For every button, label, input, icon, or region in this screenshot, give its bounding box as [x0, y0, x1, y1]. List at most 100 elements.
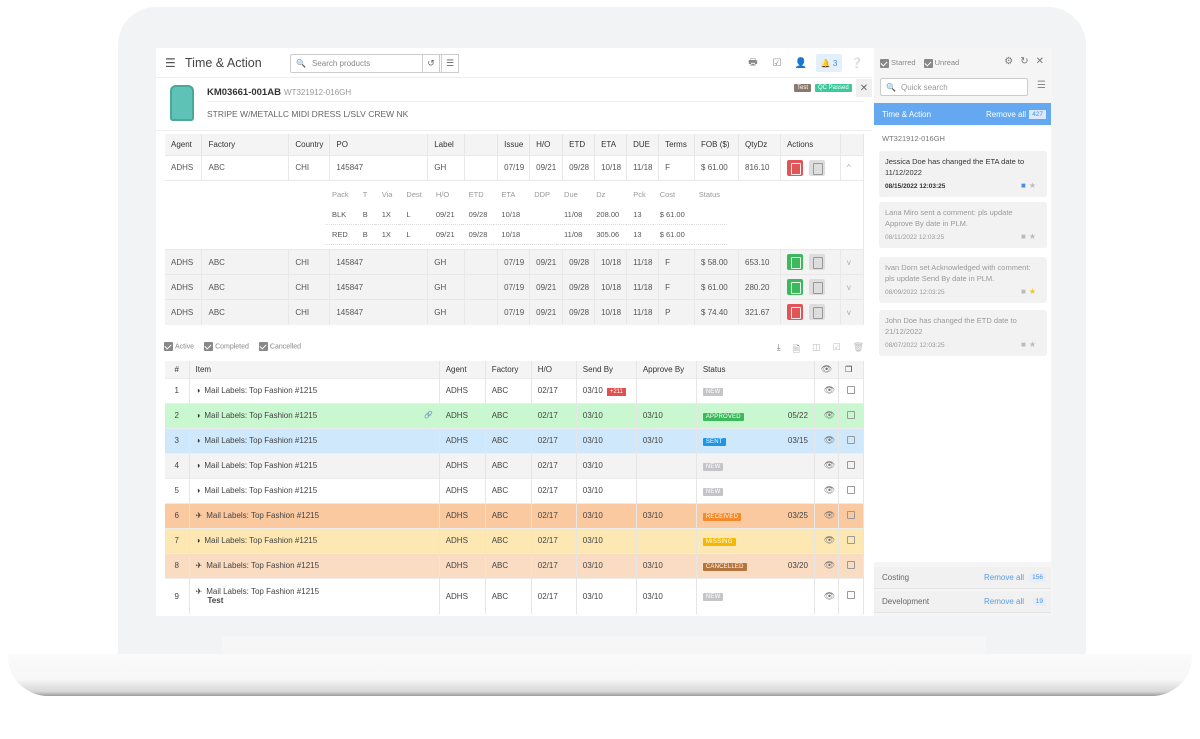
po-row[interactable]: ADHS ABC CHI 145847 GH 07/19 09/21 09/28 10/18 11… [165, 249, 865, 275]
sub-column-header: Pck [633, 190, 646, 199]
item-name[interactable]: Mail Labels: Top Fashion #1215 [206, 511, 319, 520]
eye-icon[interactable]: 👁 [824, 435, 835, 445]
task-row[interactable]: 4 ◑ Mail Labels: Top Fashion #1215 ADHS ABC 0… [165, 452, 865, 478]
section-costing[interactable]: Costing Remove all 156 [874, 567, 1051, 589]
row-checkbox[interactable] [846, 535, 855, 544]
expand-toggle[interactable]: v [840, 249, 865, 275]
mark-read-icon[interactable]: ■ [1021, 232, 1029, 241]
star-icon[interactable]: ★ [1029, 340, 1039, 349]
checklist-icon[interactable]: ☑ [768, 54, 786, 72]
remove-all-link[interactable]: Remove all [984, 597, 1024, 606]
filter-active[interactable]: Active [164, 342, 194, 351]
item-name[interactable]: Mail Labels: Top Fashion #1215 [204, 461, 317, 470]
notification-card[interactable]: Lana Miro sent a comment: pls update App… [879, 202, 1047, 248]
task-row[interactable]: 6 ✈ Mail Labels: Top Fashion #1215 ADHS ABC 0… [165, 502, 865, 528]
section-development[interactable]: Development Remove all 19 [874, 591, 1051, 613]
sheet-action-button[interactable] [808, 304, 825, 321]
sheet-action-button[interactable] [808, 279, 825, 295]
notification-card[interactable]: John Doe has changed the ETD date to 21/… [879, 310, 1047, 356]
eye-icon[interactable]: 👁 [824, 485, 835, 495]
document-action-button[interactable] [786, 304, 803, 321]
row-checkbox[interactable] [846, 485, 855, 494]
row-checkbox[interactable] [846, 385, 855, 394]
item-name[interactable]: Mail Labels: Top Fashion #1215 [204, 436, 317, 445]
item-name[interactable]: Mail Labels: Top Fashion #1215 [204, 386, 317, 395]
sheet-action-button[interactable] [808, 159, 825, 176]
task-row[interactable]: 2 ◑ Mail Labels: Top Fashion #1215 🔗 ADHS ABC… [165, 402, 865, 428]
document-action-button[interactable] [786, 279, 803, 295]
history-button[interactable]: ↺ [422, 54, 440, 73]
menu-icon[interactable]: ☰ [165, 56, 176, 70]
filter-completed[interactable]: Completed [204, 342, 249, 351]
expand-toggle[interactable]: v [840, 274, 865, 300]
notifications-button[interactable]: 🔔 3 [816, 54, 842, 72]
download-icon[interactable]: ⤓ [777, 342, 781, 358]
po-row[interactable]: ADHS ABC CHI 145847 GH 07/19 09/21 09/28 10/18 11… [165, 299, 865, 325]
task-row[interactable]: 9 ✈ Mail Labels: Top Fashion #1215 Test ADHS… [165, 577, 865, 614]
sheet-action-button[interactable] [808, 254, 825, 270]
eye-icon[interactable]: 👁 [824, 410, 835, 420]
mark-read-icon[interactable]: ■ [1021, 181, 1029, 190]
inbox-icon[interactable]: ◫ [812, 342, 821, 358]
star-icon[interactable]: ★ [1029, 181, 1039, 190]
mark-read-icon[interactable]: ■ [1021, 340, 1029, 349]
document-action-button[interactable] [786, 254, 803, 270]
item-name[interactable]: Mail Labels: Top Fashion #1215 [204, 486, 317, 495]
star-icon[interactable]: ★ [1029, 287, 1039, 296]
eye-icon[interactable]: 👁 [824, 535, 835, 545]
task-row[interactable]: 8 ✈ Mail Labels: Top Fashion #1215 ADHS ABC 0… [165, 552, 865, 578]
sliders-icon[interactable]: ☰ [1037, 80, 1046, 91]
close-icon[interactable]: ✕ [1036, 56, 1044, 67]
row-checkbox[interactable] [846, 435, 855, 444]
document-action-button[interactable] [786, 159, 803, 176]
item-name[interactable]: Mail Labels: Top Fashion #1215 [204, 411, 317, 420]
row-checkbox[interactable] [846, 591, 855, 600]
print-icon[interactable]: 🖶 [744, 54, 762, 72]
task-row[interactable]: 3 ◑ Mail Labels: Top Fashion #1215 ADHS ABC 0… [165, 427, 865, 453]
eye-icon[interactable]: 👁 [824, 385, 835, 395]
item-name[interactable]: Mail Labels: Top Fashion #1215 [206, 587, 319, 596]
item-name[interactable]: Mail Labels: Top Fashion #1215 [204, 536, 317, 545]
row-checkbox[interactable] [846, 560, 855, 569]
clipboard-check-icon[interactable]: ☑ [832, 342, 840, 358]
filter-settings-button[interactable]: ☰ [441, 54, 459, 73]
user-icon[interactable]: 👤 [792, 54, 810, 72]
starred-filter[interactable]: Starred [880, 58, 916, 68]
row-checkbox[interactable] [846, 510, 855, 519]
cell: 653.10 [738, 249, 781, 275]
unread-filter[interactable]: Unread [923, 58, 959, 68]
eye-icon[interactable]: 👁 [824, 560, 835, 570]
eye-icon[interactable]: 👁 [824, 460, 835, 470]
remove-all-link[interactable]: Remove all [984, 573, 1024, 582]
close-product-button[interactable]: ✕ [856, 79, 872, 97]
eye-icon[interactable]: 👁 [824, 591, 835, 601]
item-name[interactable]: Mail Labels: Top Fashion #1215 [206, 561, 319, 570]
po-row[interactable]: ADHS ABC CHI 145847 GH 07/19 09/21 09/28 10/18 11… [165, 154, 865, 180]
expand-toggle[interactable]: ^ [840, 154, 865, 180]
eye-icon: 👁 [820, 363, 833, 374]
task-row[interactable]: 5 ◑ Mail Labels: Top Fashion #1215 ADHS ABC 0… [165, 477, 865, 503]
remove-all-link[interactable]: Remove all [986, 110, 1026, 119]
select-all-icon[interactable]: ❐ [845, 365, 852, 374]
po-row[interactable]: ADHS ABC CHI 145847 GH 07/19 09/21 09/28 10/18 11… [165, 274, 865, 300]
mark-read-icon[interactable]: ■ [1021, 287, 1029, 296]
quick-search-input[interactable]: 🔍 Quick search [880, 78, 1028, 96]
trash-icon[interactable]: 🗑 [853, 342, 864, 358]
help-icon[interactable]: ❔ [848, 54, 866, 72]
star-icon[interactable]: ★ [1029, 232, 1039, 241]
section-time-action[interactable]: Time & Action Remove all 427 [874, 103, 1051, 125]
row-checkbox[interactable] [846, 460, 855, 469]
sub-cell [691, 204, 728, 225]
expand-toggle[interactable]: v [840, 299, 865, 325]
row-checkbox[interactable] [846, 410, 855, 419]
refresh-icon[interactable]: ↻ [1020, 56, 1028, 67]
notification-card[interactable]: Jessica Doe has changed the ETA date to … [879, 151, 1047, 197]
notification-card[interactable]: Ivan Dorn set Acknowledged with comment:… [879, 257, 1047, 303]
gear-icon[interactable]: ⚙ [1004, 56, 1013, 67]
filter-cancelled[interactable]: Cancelled [258, 342, 301, 351]
task-row[interactable]: 7 ◑ Mail Labels: Top Fashion #1215 ADHS ABC 0… [165, 527, 865, 553]
view-cell: 👁 [814, 452, 839, 478]
task-row[interactable]: 1 ◑ Mail Labels: Top Fashion #1215 ADHS ABC 0… [165, 377, 865, 403]
eye-icon[interactable]: 👁 [824, 510, 835, 520]
add-file-icon[interactable]: 🗎 [793, 342, 800, 358]
